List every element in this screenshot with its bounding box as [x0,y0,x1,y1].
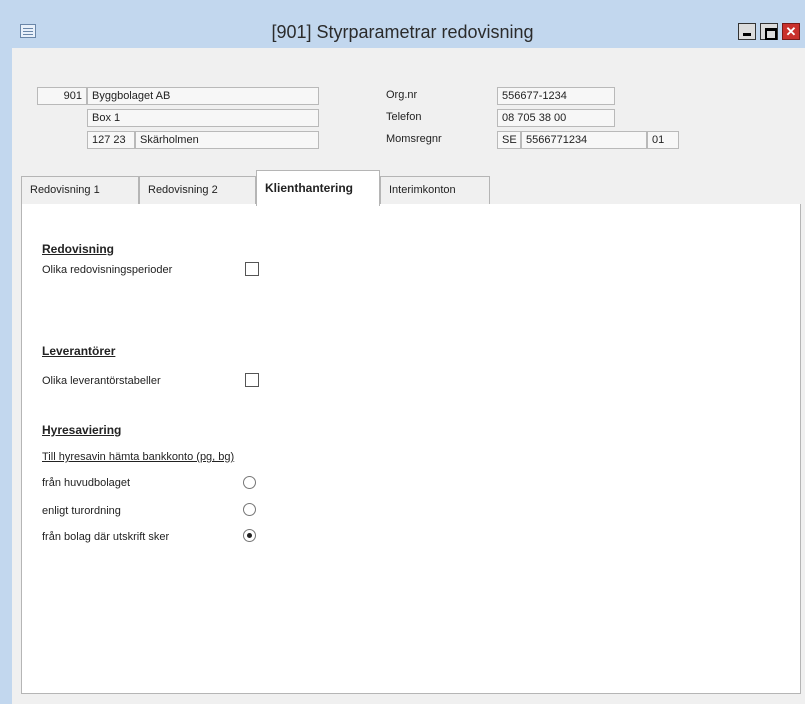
window-border [0,48,12,704]
bankkonto-subheading: Till hyresavin hämta bankkonto (pg, bg) [42,451,235,463]
olika-leverantorstabeller-label: Olika leverantörstabeller [42,375,161,387]
title-bar[interactable]: [901] Styrparametrar redovisning ✕ [0,0,805,48]
window: [901] Styrparametrar redovisning ✕ 901 B… [0,0,805,704]
radio-utskrift[interactable] [243,529,256,542]
phone-field: 08 705 38 00 [497,109,615,127]
window-title: [901] Styrparametrar redovisning [271,22,534,42]
vat-prefix-field: SE [497,131,521,149]
radio-label-turordning: enligt turordning [42,505,121,517]
orgnr-field: 556677-1234 [497,87,615,105]
olika-leverantorstabeller-checkbox[interactable] [245,373,259,387]
olika-redovisningsperioder-checkbox[interactable] [245,262,259,276]
close-button[interactable]: ✕ [782,23,800,40]
phone-label: Telefon [386,111,422,123]
tab-klienthantering[interactable]: Klienthantering [256,170,380,206]
postal-code-field: 127 23 [87,131,135,149]
redovisning-heading: Redovisning [42,242,115,256]
minimize-button[interactable] [738,23,756,40]
company-name-field: Byggbolaget AB [87,87,319,105]
orgnr-label: Org.nr [386,89,418,101]
tab-interimkonton[interactable]: Interimkonton [380,176,490,205]
radio-huvudbolaget[interactable] [243,476,256,489]
tab-redovisning-1[interactable]: Redovisning 1 [21,176,139,205]
city-field: Skärholmen [135,131,319,149]
leverantorer-heading: Leverantörer [42,344,116,358]
olika-redovisningsperioder-label: Olika redovisningsperioder [42,264,173,276]
company-address-field: Box 1 [87,109,319,127]
radio-label-utskrift: från bolag där utskrift sker [42,531,170,543]
radio-turordning[interactable] [243,503,256,516]
vat-label: Momsregnr [386,133,442,145]
tab-redovisning-2[interactable]: Redovisning 2 [139,176,256,205]
maximize-button[interactable] [760,23,778,40]
vat-number-field: 5566771234 [521,131,647,149]
hyresaviering-heading: Hyresaviering [42,423,122,437]
company-number-field: 901 [37,87,87,105]
tab-panel-klienthantering [21,204,801,694]
vat-suffix-field: 01 [647,131,679,149]
radio-label-huvudbolaget: från huvudbolaget [42,477,131,489]
